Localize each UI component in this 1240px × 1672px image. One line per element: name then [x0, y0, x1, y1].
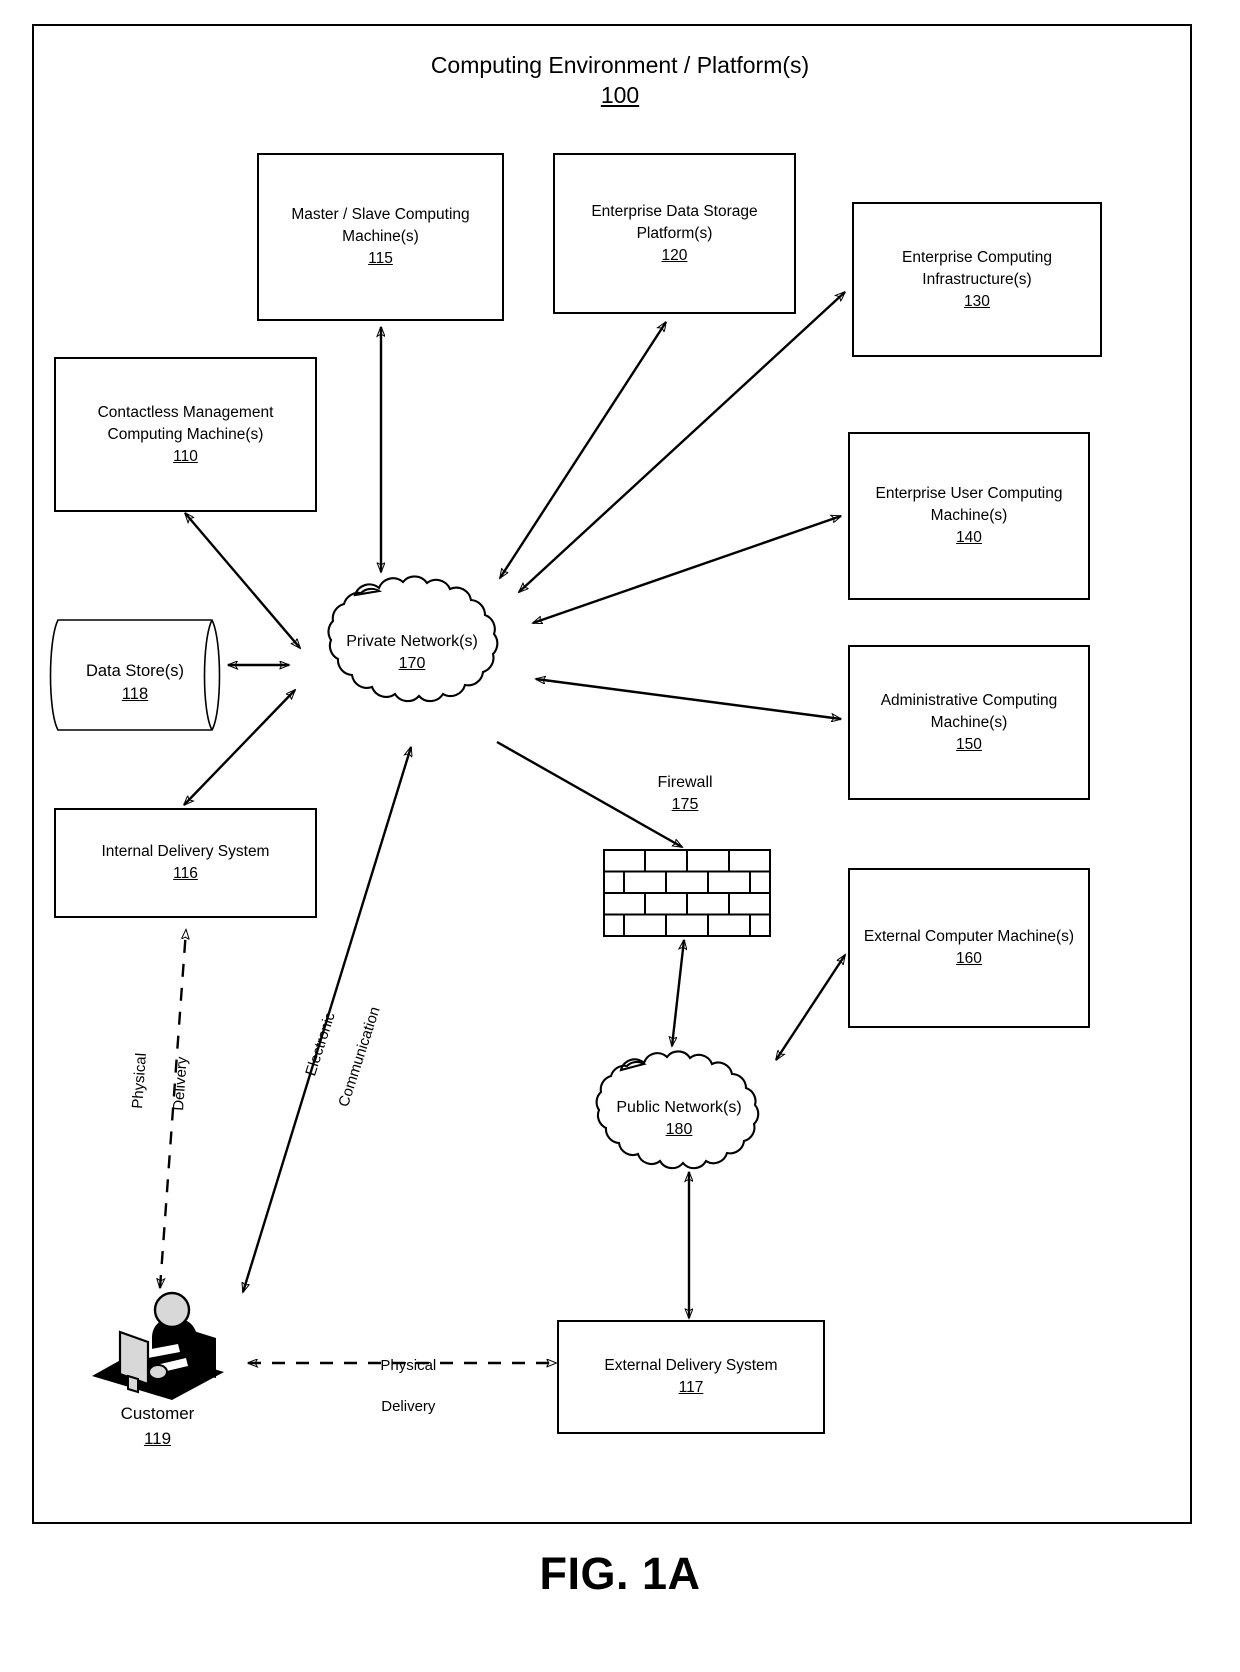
environment-title-text: Computing Environment / Platform(s): [430, 52, 810, 78]
edge-label-line-1: Electronic: [302, 1010, 339, 1079]
node-reference-number: 110: [173, 447, 198, 465]
node-enterprise-data-storage-platform[interactable]: Enterprise Data Storage Platform(s) 120: [553, 153, 796, 314]
node-label: Enterprise Computing Infrastructure(s) 1…: [894, 247, 1060, 313]
node-line-1: Private Network(s): [346, 633, 478, 650]
node-reference-number: 180: [665, 1121, 693, 1139]
node-reference-number: 170: [398, 655, 426, 673]
node-private-network[interactable]: Private Network(s) 170: [283, 563, 541, 748]
node-internal-delivery-system[interactable]: Internal Delivery System 116: [54, 808, 317, 918]
node-line-2: Platform(s): [636, 224, 713, 242]
person-at-computer-icon: [92, 1291, 224, 1400]
node-reference-number: 117: [678, 1379, 704, 1396]
node-reference-number: 115: [368, 250, 393, 267]
figure-caption: FIG. 1A: [539, 1548, 701, 1599]
node-master-slave-computing-machine[interactable]: Master / Slave Computing Machine(s) 115: [257, 153, 504, 321]
node-line-1: Master / Slave Computing: [291, 206, 470, 223]
node-reference-number: 160: [956, 950, 982, 967]
node-label: Administrative Computing Machine(s) 150: [873, 690, 1066, 756]
node-reference-number: 118: [121, 685, 149, 704]
node-line-1: Internal Delivery System: [101, 843, 270, 860]
edge-label-line-1: Physical: [129, 1052, 151, 1110]
node-reference-number: 120: [661, 246, 688, 264]
brick-wall-icon: [603, 849, 771, 937]
node-firewall[interactable]: [603, 849, 771, 937]
node-reference-number: 140: [956, 529, 982, 546]
node-line-2: Machine(s): [342, 228, 419, 245]
node-label: Public Network(s) 180: [551, 1097, 807, 1142]
edge-label-line-1: Physical: [380, 1357, 437, 1375]
firewall-label: Firewall 175: [610, 772, 760, 817]
node-label: Enterprise Data Storage Platform(s) 120: [583, 201, 765, 267]
environment-reference-number: 100: [600, 82, 640, 109]
node-reference-number: 175: [671, 796, 699, 814]
node-line-1: Public Network(s): [616, 1099, 742, 1116]
node-label: Data Store(s) 118: [40, 660, 230, 706]
node-administrative-computing-machine[interactable]: Administrative Computing Machine(s) 150: [848, 645, 1090, 800]
node-line-1: Administrative Computing: [880, 691, 1058, 709]
edge-label-line-2: Delivery: [381, 1397, 436, 1415]
node-line-1: External Delivery System: [604, 1357, 778, 1374]
node-line-2: Machine(s): [930, 713, 1008, 731]
node-reference-number: 116: [173, 865, 198, 882]
node-label: Master / Slave Computing Machine(s) 115: [283, 204, 477, 270]
node-label: External Computer Machine(s) 160: [856, 926, 1082, 970]
node-line-1: Firewall: [657, 774, 713, 791]
node-line-1: Data Store(s): [85, 662, 185, 680]
edge-label-physical-delivery-external: Physical Delivery: [345, 1336, 455, 1437]
node-label: Enterprise User Computing Machine(s) 140: [868, 483, 1071, 549]
node-label: Contactless Management Computing Machine…: [90, 402, 282, 468]
node-line-2: Machine(s): [930, 507, 1008, 524]
page-title: Computing Environment / Platform(s) 100: [320, 50, 920, 111]
node-line-1: Enterprise Data Storage: [591, 202, 758, 220]
node-customer[interactable]: [86, 1272, 230, 1402]
node-line-1: External Computer Machine(s): [863, 928, 1075, 945]
node-label: Private Network(s) 170: [283, 631, 541, 676]
edge-label-line-2: Delivery: [169, 1056, 191, 1112]
node-label: Internal Delivery System 116: [94, 841, 278, 885]
node-reference-number: 150: [956, 735, 982, 753]
node-reference-number: 130: [964, 292, 990, 310]
node-external-delivery-system[interactable]: External Delivery System 117: [557, 1320, 825, 1434]
node-public-network[interactable]: Public Network(s) 180: [551, 1040, 807, 1210]
node-line-2: Infrastructure(s): [922, 270, 1032, 288]
node-enterprise-user-computing-machine[interactable]: Enterprise User Computing Machine(s) 140: [848, 432, 1090, 600]
node-line-1: Contactless Management: [97, 403, 274, 421]
node-external-computer-machine[interactable]: External Computer Machine(s) 160: [848, 868, 1090, 1028]
node-data-store[interactable]: Data Store(s) 118: [40, 612, 230, 737]
edge-label-physical-delivery-internal: Physical Delivery: [106, 1042, 213, 1139]
node-line-2: Computing Machine(s): [107, 425, 264, 443]
node-label: External Delivery System 117: [596, 1355, 785, 1399]
node-contactless-management-computing-machine[interactable]: Contactless Management Computing Machine…: [54, 357, 317, 512]
patent-figure-page: Computing Environment / Platform(s) 100: [0, 0, 1240, 1672]
node-reference-number: 119: [143, 1428, 172, 1448]
edge-label-line-2: Communication: [335, 1004, 384, 1109]
customer-label: Customer 119: [85, 1402, 230, 1451]
node-line-1: Customer: [120, 1404, 195, 1423]
node-line-1: Enterprise User Computing: [875, 485, 1063, 502]
node-line-1: Enterprise Computing: [902, 248, 1052, 266]
node-enterprise-computing-infrastructure[interactable]: Enterprise Computing Infrastructure(s) 1…: [852, 202, 1102, 357]
